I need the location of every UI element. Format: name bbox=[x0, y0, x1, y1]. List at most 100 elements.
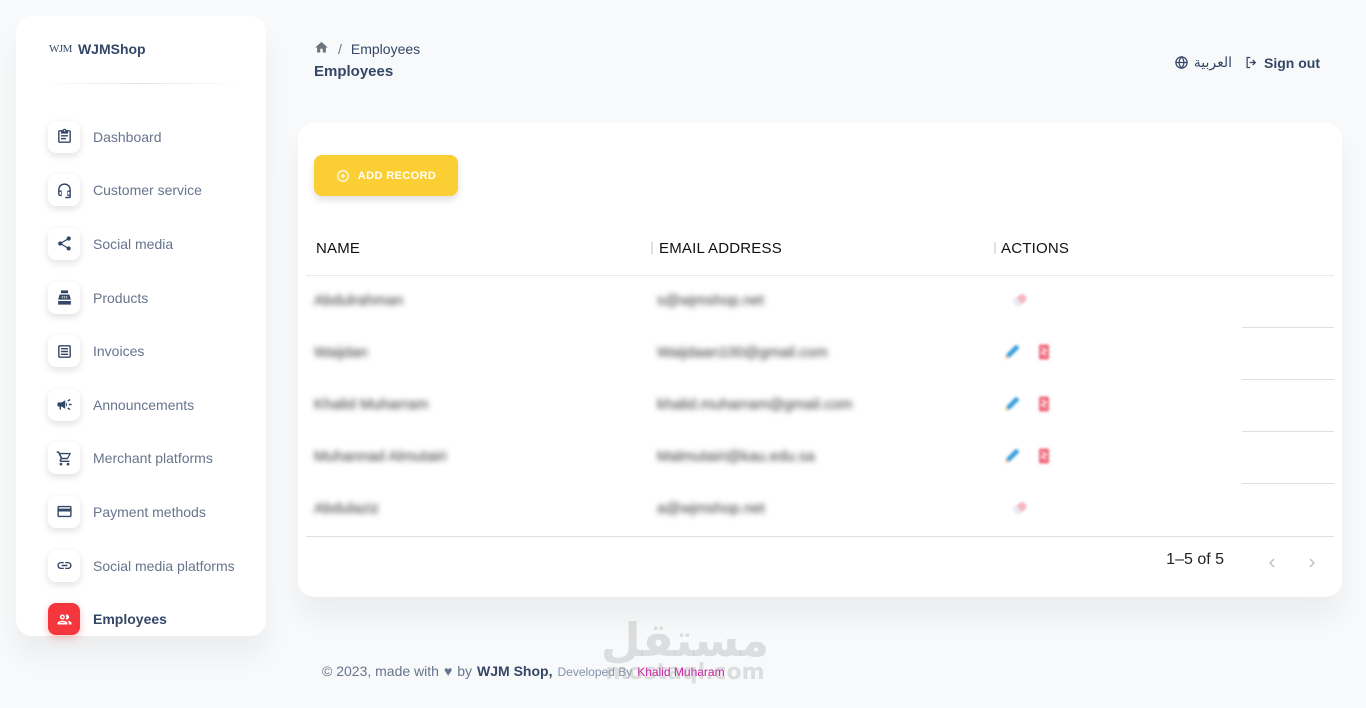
table-row[interactable]: Waijdan Waijdaan100@gmail.com bbox=[306, 328, 1334, 380]
sidebar-item-merchant-platforms[interactable]: Merchant platforms bbox=[48, 432, 258, 486]
row-actions bbox=[1001, 444, 1055, 468]
brand-name: WJMShop bbox=[77, 41, 146, 57]
sidebar: WJM WJMShop Dashboard Customer service S… bbox=[16, 16, 266, 636]
list-icon bbox=[48, 335, 80, 368]
sign-out-label: Sign out bbox=[1264, 54, 1320, 71]
pen-icon bbox=[1005, 448, 1020, 463]
watermark-arabic: مستقل bbox=[600, 613, 770, 667]
cart-icon bbox=[48, 442, 80, 475]
users-icon bbox=[48, 603, 80, 636]
sidebar-item-employees[interactable]: Employees bbox=[48, 592, 258, 646]
sign-out-button[interactable]: Sign out bbox=[1244, 55, 1320, 71]
cell-name: Abdulrahman bbox=[314, 292, 404, 309]
sidebar-item-payment-methods[interactable]: Payment methods bbox=[48, 485, 258, 539]
edit-button[interactable] bbox=[1001, 392, 1023, 416]
remove-button[interactable] bbox=[1009, 288, 1031, 312]
sidebar-item-products[interactable]: Products bbox=[48, 271, 258, 325]
link-icon bbox=[48, 549, 80, 582]
sidebar-item-invoices[interactable]: Invoices bbox=[48, 324, 258, 378]
footer: © 2023, made with ♥ by WJM Shop, Develop… bbox=[322, 663, 725, 679]
table-row[interactable]: Khalid Muharram khalid.muharram@gmail.co… bbox=[306, 380, 1334, 432]
sidebar-item-label: Social media platforms bbox=[93, 557, 235, 574]
column-header-name[interactable]: NAME bbox=[316, 240, 360, 257]
sidebar-item-label: Announcements bbox=[93, 396, 195, 413]
home-icon[interactable] bbox=[314, 40, 329, 58]
brand[interactable]: WJM WJMShop bbox=[49, 40, 146, 58]
logout-icon bbox=[1246, 56, 1257, 69]
chevron-right-icon bbox=[1309, 558, 1315, 568]
sidebar-item-social-media-platforms[interactable]: Social media platforms bbox=[48, 539, 258, 593]
table-pagination: 1–5 of 5 bbox=[306, 536, 1334, 568]
sidebar-item-label: Dashboard bbox=[93, 128, 162, 145]
sidebar-item-label: Social media bbox=[93, 235, 174, 252]
next-page-button[interactable] bbox=[1302, 553, 1322, 573]
add-record-button[interactable]: ADD RECORD bbox=[314, 155, 458, 196]
cell-name: Muhannad Almutairi bbox=[314, 448, 447, 465]
footer-copyright: © 2023, made with bbox=[322, 663, 439, 679]
sidebar-item-label: Customer service bbox=[93, 182, 202, 199]
table-header: NAME EMAIL ADDRESS ACTIONS bbox=[306, 224, 1334, 276]
delete-button[interactable] bbox=[1033, 340, 1055, 364]
trash-icon bbox=[1039, 396, 1049, 412]
share-icon bbox=[48, 227, 80, 260]
register-icon bbox=[48, 281, 80, 314]
cell-email: Malmutairi@kau.edu.sa bbox=[657, 448, 815, 465]
cell-name: Khalid Muharram bbox=[314, 396, 429, 413]
cell-name: Abdulaziz bbox=[314, 500, 380, 517]
row-actions bbox=[1001, 392, 1055, 416]
table-row[interactable]: Abdulrahman s@wjmshop.net bbox=[306, 276, 1334, 328]
sidebar-item-announcements[interactable]: Announcements bbox=[48, 378, 258, 432]
credit-card-icon bbox=[48, 495, 80, 528]
employees-card: ADD RECORD NAME EMAIL ADDRESS ACTIONS Ab… bbox=[298, 123, 1342, 597]
previous-page-button[interactable] bbox=[1262, 553, 1282, 573]
column-separator[interactable] bbox=[651, 242, 653, 254]
cell-email: s@wjmshop.net bbox=[657, 292, 764, 309]
breadcrumb-separator: / bbox=[338, 41, 342, 57]
chevron-left-icon bbox=[1269, 558, 1275, 568]
cell-name: Waijdan bbox=[314, 344, 368, 361]
sidebar-item-label: Employees bbox=[93, 611, 167, 628]
trash-icon bbox=[1039, 448, 1049, 464]
breadcrumb: / Employees bbox=[314, 40, 420, 58]
sidebar-item-social-media[interactable]: Social media bbox=[48, 217, 258, 271]
delete-button[interactable] bbox=[1033, 444, 1055, 468]
brand-logo: WJM bbox=[49, 43, 72, 55]
pen-icon bbox=[1005, 396, 1020, 411]
cell-email: a@wjmshop.net bbox=[657, 500, 765, 517]
footer-developed-by: Developed By bbox=[557, 665, 633, 679]
sidebar-item-customer-service[interactable]: Customer service bbox=[48, 164, 258, 218]
globe-icon bbox=[1174, 55, 1188, 70]
language-label: العربية bbox=[1193, 54, 1232, 70]
add-record-label: ADD RECORD bbox=[357, 169, 437, 182]
cell-email: Waijdaan100@gmail.com bbox=[657, 344, 828, 361]
add-circle-icon bbox=[336, 169, 349, 182]
footer-by: by bbox=[457, 663, 473, 679]
sidebar-item-label: Payment methods bbox=[93, 503, 206, 520]
sidebar-item-label: Invoices bbox=[93, 343, 145, 360]
eraser-icon bbox=[1013, 294, 1027, 307]
clipboard-icon bbox=[48, 120, 80, 153]
pen-icon bbox=[1005, 344, 1020, 359]
headset-icon bbox=[48, 174, 80, 207]
cell-email: khalid.muharram@gmail.com bbox=[657, 396, 853, 413]
sidebar-item-dashboard[interactable]: Dashboard bbox=[48, 110, 258, 164]
remove-button[interactable] bbox=[1009, 496, 1031, 520]
sidebar-item-label: Merchant platforms bbox=[93, 450, 213, 467]
delete-button[interactable] bbox=[1033, 392, 1055, 416]
column-header-email[interactable]: EMAIL ADDRESS bbox=[659, 240, 782, 257]
table-row[interactable]: Abdulaziz a@wjmshop.net bbox=[306, 484, 1334, 536]
table-row[interactable]: Muhannad Almutairi Malmutairi@kau.edu.sa bbox=[306, 432, 1334, 484]
pagination-range: 1–5 of 5 bbox=[1166, 551, 1224, 568]
breadcrumb-current: Employees bbox=[350, 41, 421, 57]
column-header-actions[interactable]: ACTIONS bbox=[1001, 240, 1069, 257]
footer-author-link[interactable]: Khalid Muharam bbox=[637, 665, 724, 679]
megaphone-icon bbox=[48, 388, 80, 421]
language-switch[interactable]: العربية bbox=[1174, 54, 1232, 71]
edit-button[interactable] bbox=[1001, 444, 1023, 468]
edit-button[interactable] bbox=[1001, 340, 1023, 364]
footer-company-link[interactable]: WJM Shop, bbox=[477, 663, 552, 679]
column-separator[interactable] bbox=[994, 242, 996, 254]
trash-icon bbox=[1039, 344, 1049, 360]
eraser-icon bbox=[1013, 502, 1027, 515]
sidebar-nav: Dashboard Customer service Social media … bbox=[48, 110, 258, 646]
